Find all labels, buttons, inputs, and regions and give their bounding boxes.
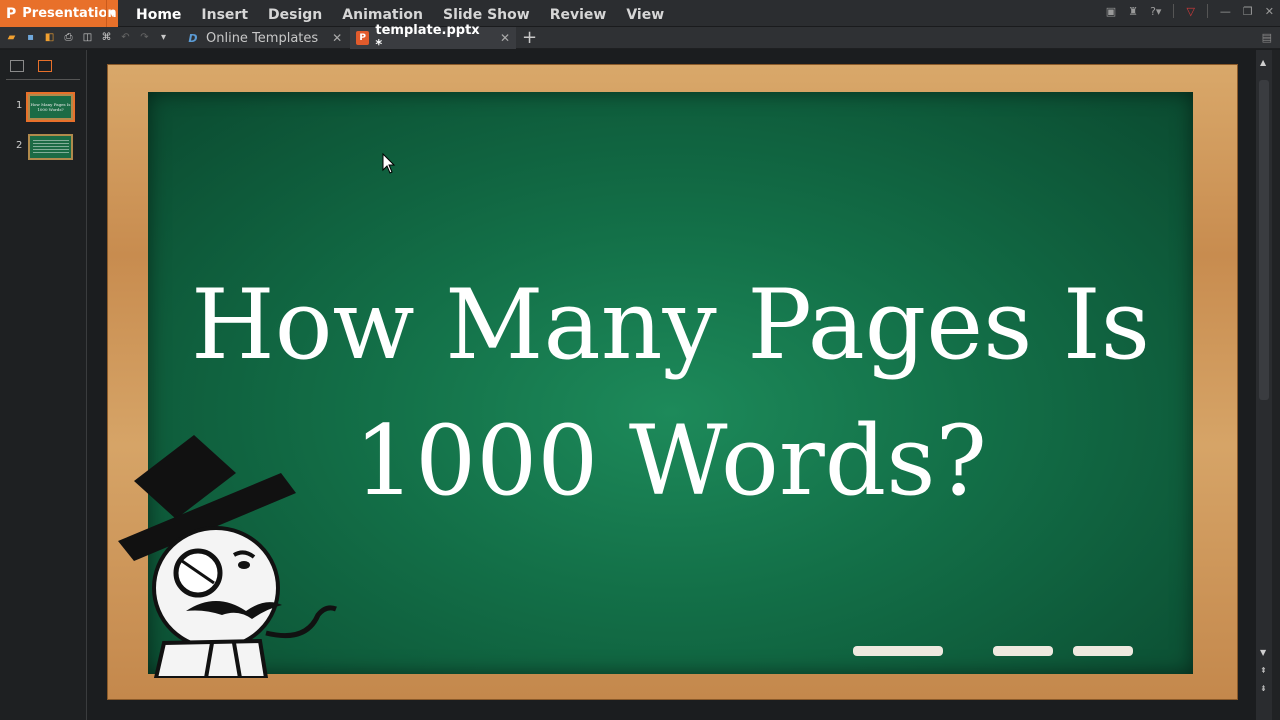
slide-thumbnail-row[interactable]: 2 [0,134,87,162]
slides-pane: 1 How Many Pages Is 1000 Words? 2 [0,50,87,720]
top-hat-mascot-image[interactable] [116,433,346,678]
close-icon[interactable]: ✕ [1265,5,1274,18]
quick-access-toolbar: ▰ ▪ ◧ ⎙ ◫ ⌘ ↶ ↷ ▾ [4,30,171,45]
close-icon[interactable]: ✕ [500,31,510,45]
menu-home[interactable]: Home [126,0,191,27]
tab-online-templates[interactable]: D Online Templates ✕ [180,27,350,49]
mouse-cursor-icon [382,153,396,175]
menu-review[interactable]: Review [540,0,617,27]
divider [1173,4,1174,18]
slide-title-line: How Many Pages Is [191,269,1150,381]
slide-number: 1 [16,100,22,111]
slide-thumbnail[interactable]: How Many Pages Is 1000 Words? [28,94,73,120]
export-pdf-icon[interactable]: ◧ [42,30,57,45]
undo-icon[interactable]: ↶ [118,30,133,45]
chevron-down-icon[interactable]: ▾ [156,30,171,45]
app-logo-icon: P [6,6,16,22]
chalk-piece [993,646,1053,656]
app-menu-button[interactable]: P Presentation ▼ [0,0,118,27]
pane-tabs [6,60,80,80]
menu-bar: P Presentation ▼ Home Insert Design Anim… [0,0,1280,27]
print-icon[interactable]: ⎙ [61,30,76,45]
close-icon[interactable]: ✕ [332,31,342,45]
slide[interactable]: How Many Pages Is 1000 Words? [107,64,1238,700]
slide-number: 2 [16,140,22,151]
slide-thumbnail-row[interactable]: 1 How Many Pages Is 1000 Words? [0,94,87,122]
window-controls: ▣ ♜ ?▾ ▽ — ❐ ✕ [1106,4,1274,18]
scrollbar-thumb[interactable] [1259,80,1269,400]
slides-view-icon[interactable] [38,60,52,72]
menu-design[interactable]: Design [258,0,332,27]
minimize-icon[interactable]: — [1220,5,1231,18]
save-icon[interactable]: ▪ [23,30,38,45]
chalk-piece [853,646,943,656]
chevron-down-icon[interactable]: ▼ [106,0,118,27]
collapse-ribbon-icon[interactable]: ▽ [1186,5,1194,18]
outline-view-icon[interactable] [10,60,24,72]
slide-thumbnail[interactable] [28,134,73,160]
previous-slide-icon[interactable]: ⇞ [1260,666,1267,675]
slide-title-line: 1000 Words? [354,405,987,517]
scroll-down-icon[interactable]: ▼ [1260,648,1266,657]
pptx-file-icon: P [356,31,369,45]
print-preview-icon[interactable]: ◫ [80,30,95,45]
slide-canvas[interactable]: How Many Pages Is 1000 Words? [88,50,1256,720]
window-edge [1272,50,1280,720]
new-tab-button[interactable]: + [522,27,537,49]
tab-template-pptx[interactable]: P template.pptx * ✕ [350,27,516,49]
layout-icon[interactable]: ▤ [1262,31,1272,44]
shirt-icon[interactable]: ♜ [1128,5,1138,18]
open-folder-icon[interactable]: ▰ [4,30,19,45]
slide-thumbnail-title: How Many Pages Is 1000 Words? [30,102,71,112]
divider [1207,4,1208,18]
menu-insert[interactable]: Insert [191,0,258,27]
scroll-up-icon[interactable]: ▲ [1260,58,1266,67]
vertical-scrollbar[interactable]: ▲ ▼ ⇞ ⇟ [1256,50,1272,720]
next-slide-icon[interactable]: ⇟ [1260,684,1267,693]
tab-label: template.pptx * [375,23,486,53]
help-icon[interactable]: ?▾ [1150,5,1161,18]
chalk-piece [1073,646,1133,656]
redo-icon[interactable]: ↷ [137,30,152,45]
slide-thumbnail-lines [33,140,69,154]
tab-label: Online Templates [206,31,318,46]
app-name: Presentation [22,6,116,21]
menu-view[interactable]: View [616,0,674,27]
document-tab-bar: ▰ ▪ ◧ ⎙ ◫ ⌘ ↶ ↷ ▾ D Online Templates ✕ P… [0,27,1280,49]
online-templates-icon: D [186,31,200,45]
skin-icon[interactable]: ▣ [1106,5,1116,18]
restore-icon[interactable]: ❐ [1243,5,1253,18]
format-painter-icon[interactable]: ⌘ [99,30,114,45]
